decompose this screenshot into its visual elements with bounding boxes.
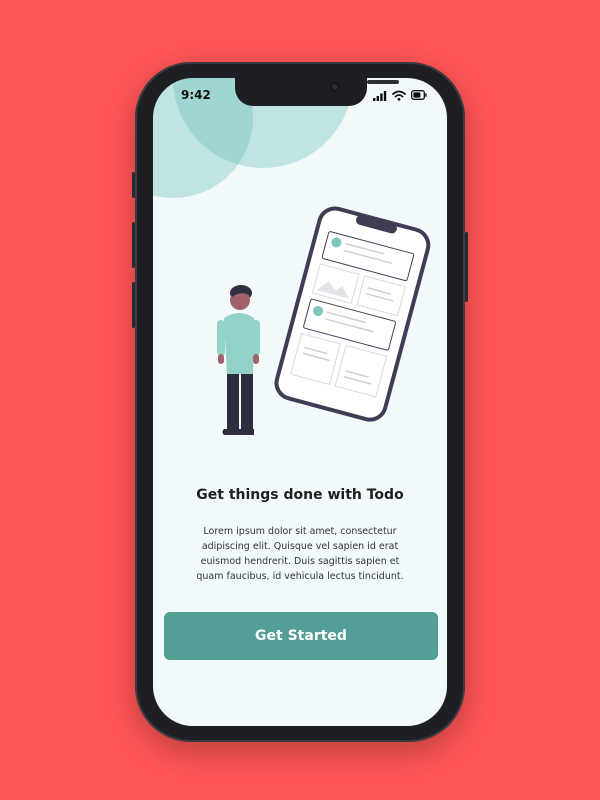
mute-switch [132, 172, 135, 198]
onboarding-illustration [217, 206, 431, 435]
wifi-icon [392, 90, 406, 101]
cellular-signal-icon [373, 90, 387, 101]
status-icons [373, 88, 427, 102]
notch [235, 78, 399, 106]
battery-icon [411, 90, 427, 100]
onboarding-title: Get things done with Todo [196, 487, 404, 503]
front-camera [330, 82, 340, 92]
phone-frame: 9:42 Get things done with Todo Lorem ips… [132, 62, 468, 742]
onboarding-description: Lorem ipsum dolor sit amet, consectetur … [196, 526, 404, 582]
phone-illustration [274, 206, 431, 422]
get-started-button[interactable]: Get Started [164, 612, 438, 660]
volume-down-button [132, 282, 135, 328]
person-illustration [217, 285, 260, 435]
status-time: 9:42 [181, 88, 211, 102]
volume-up-button [132, 222, 135, 268]
earpiece-speaker [367, 80, 399, 84]
power-button [465, 232, 468, 302]
app-screen: 9:42 Get things done with Todo Lorem ips… [153, 78, 447, 726]
